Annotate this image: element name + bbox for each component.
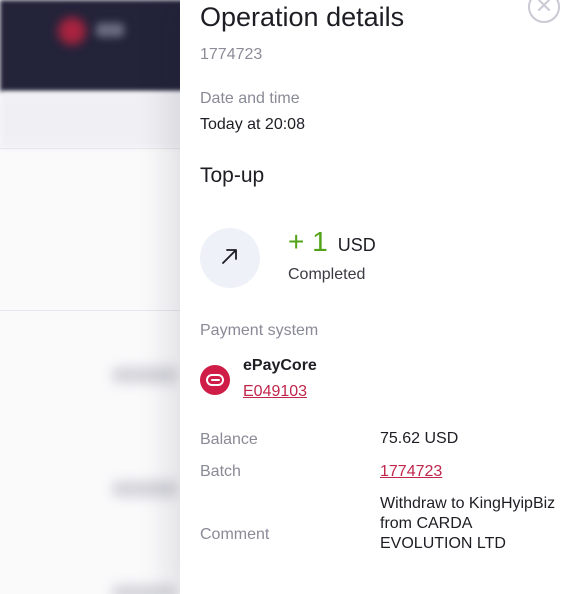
direction-badge: [200, 228, 260, 288]
payment-account-link[interactable]: E049103: [243, 383, 307, 401]
balance-value: 75.62 USD: [380, 430, 459, 447]
payment-system-name: ePayCore: [243, 357, 317, 374]
arrow-up-right-icon: [219, 245, 241, 272]
background-divider: [0, 148, 180, 149]
close-button[interactable]: [528, 0, 560, 23]
operation-type: Top-up: [200, 164, 265, 187]
amount-currency: USD: [337, 235, 376, 255]
epaycore-logo: [200, 365, 230, 395]
background-logo-text: [96, 23, 124, 37]
operation-details-panel: Operation details 1774723 Date and time …: [180, 0, 578, 594]
amount-value: + 1: [288, 226, 328, 257]
background-logo: [58, 17, 86, 45]
date-time-label: Date and time: [200, 90, 300, 107]
amount-row: + 1 USD: [288, 226, 376, 258]
balance-label: Balance: [200, 431, 258, 448]
comment-label: Comment: [200, 526, 270, 543]
batch-link[interactable]: 1774723: [380, 463, 442, 481]
payment-system-label: Payment system: [200, 322, 319, 339]
background-blurred-text: [112, 367, 178, 383]
comment-value: Withdraw to KingHyipBiz from CARDA EVOLU…: [380, 495, 556, 552]
background-divider: [0, 310, 180, 311]
operation-id: 1774723: [200, 46, 263, 63]
date-time-value: Today at 20:08: [200, 116, 305, 133]
batch-label: Batch: [200, 463, 241, 480]
background-blurred-text: [112, 481, 178, 497]
background-blurred-text: [112, 585, 178, 594]
status-text: Completed: [288, 266, 366, 283]
panel-title: Operation details: [200, 2, 405, 32]
close-icon: [537, 0, 551, 17]
